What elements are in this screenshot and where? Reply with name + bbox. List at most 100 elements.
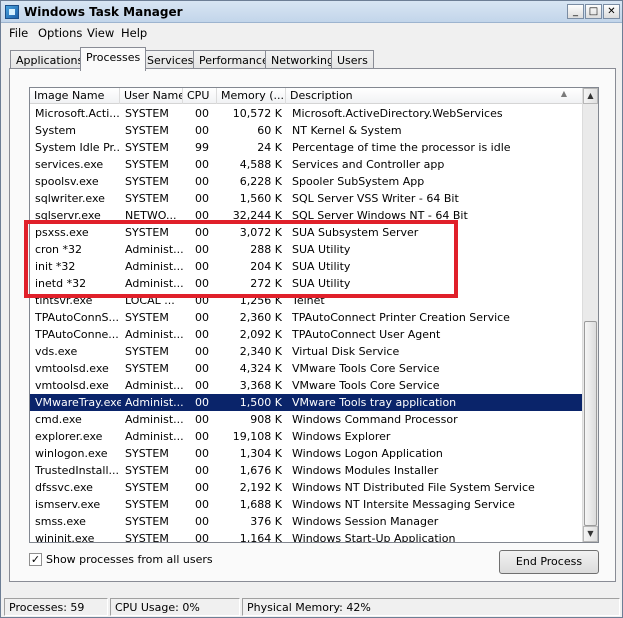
tab-services[interactable]: Services	[141, 50, 200, 70]
table-row[interactable]: spoolsv.exe SYSTEM 00 6,228 K Spooler SubSys…	[30, 173, 583, 190]
process-user-name: SYSTEM	[125, 532, 169, 543]
table-row[interactable]: vmtoolsd.exe Administ... 00 3,368 K VMware T…	[30, 377, 583, 394]
table-row[interactable]: inetd *32 Administ... 00 272 K SUA Utility	[30, 275, 583, 292]
table-row[interactable]: tlntsvr.exe LOCAL ... 00 1,256 K Telnet	[30, 292, 583, 309]
process-image-name: vmtoolsd.exe	[35, 379, 109, 392]
process-description: Windows NT Intersite Messaging Service	[292, 498, 515, 511]
tab-applications[interactable]: Applications	[10, 50, 90, 70]
table-row[interactable]: TPAutoConnS... SYSTEM 00 2,360 K TPAutoConne…	[30, 309, 583, 326]
column-memory[interactable]: Memory (...	[217, 88, 286, 104]
process-user-name: SYSTEM	[125, 498, 169, 511]
table-row[interactable]: dfssvc.exe SYSTEM 00 2,192 K Windows NT Dist…	[30, 479, 583, 496]
process-description: TPAutoConnect User Agent	[292, 328, 441, 341]
task-manager-window: Windows Task Manager _ □ ✕ File Options …	[0, 0, 623, 618]
scroll-up-button[interactable]: ▲	[583, 88, 598, 104]
tab-processes[interactable]: Processes	[80, 47, 147, 71]
minimize-button[interactable]: _	[567, 4, 584, 19]
tab-networking[interactable]: Networking	[265, 50, 340, 70]
restore-button[interactable]: □	[585, 4, 602, 19]
process-cpu: 00	[195, 294, 209, 307]
table-row[interactable]: explorer.exe Administ... 00 19,108 K Windows…	[30, 428, 583, 445]
table-row[interactable]: wininit.exe SYSTEM 00 1,164 K Windows Start-…	[30, 530, 583, 543]
table-row[interactable]: smss.exe SYSTEM 00 376 K Windows Session Man…	[30, 513, 583, 530]
table-row[interactable]: cron *32 Administ... 00 288 K SUA Utility	[30, 241, 583, 258]
table-row[interactable]: Microsoft.Acti... SYSTEM 00 10,572 K Microso…	[30, 105, 583, 122]
tab-users[interactable]: Users	[331, 50, 374, 70]
process-cpu: 99	[195, 141, 209, 154]
status-bar: Processes: 59 CPU Usage: 0% Physical Mem…	[1, 597, 622, 617]
show-all-users-checkbox[interactable]: ✓	[29, 553, 42, 566]
process-memory: 1,304 K	[239, 447, 282, 460]
process-image-name: TPAutoConne...	[35, 328, 119, 341]
process-image-name: sqlservr.exe	[35, 209, 101, 222]
vertical-scrollbar[interactable]: ▲ ▼	[582, 88, 598, 542]
tab-performance[interactable]: Performance	[193, 50, 275, 70]
process-list[interactable]: Image Name User Name CPU Memory (... Des…	[29, 87, 599, 543]
close-button[interactable]: ✕	[603, 4, 620, 19]
table-row[interactable]: services.exe SYSTEM 00 4,588 K Services and …	[30, 156, 583, 173]
process-description: SUA Subsystem Server	[292, 226, 419, 239]
process-description: VMware Tools tray application	[292, 396, 457, 409]
process-image-name: VMwareTray.exe	[35, 396, 121, 409]
process-description: VMware Tools Core Service	[292, 362, 440, 375]
column-description[interactable]: Description ▲	[286, 88, 583, 104]
process-image-name: winlogon.exe	[35, 447, 108, 460]
scroll-down-button[interactable]: ▼	[583, 526, 598, 542]
process-description: VMware Tools Core Service	[292, 379, 440, 392]
table-row[interactable]: sqlservr.exe NETWO... 00 32,244 K SQL Server…	[30, 207, 583, 224]
process-cpu: 00	[195, 532, 209, 543]
table-row[interactable]: TPAutoConne... Administ... 00 2,092 K TPAuto…	[30, 326, 583, 343]
table-row[interactable]: vmtoolsd.exe SYSTEM 00 4,324 K VMware Tools …	[30, 360, 583, 377]
process-user-name: Administ...	[125, 396, 184, 409]
process-image-name: vmtoolsd.exe	[35, 362, 109, 375]
process-user-name: SYSTEM	[125, 107, 169, 120]
process-image-name: explorer.exe	[35, 430, 103, 443]
table-row[interactable]: System SYSTEM 00 60 K NT Kernel & System	[30, 122, 583, 139]
table-row[interactable]: init *32 Administ... 00 204 K SUA Utility	[30, 258, 583, 275]
table-row[interactable]: ismserv.exe SYSTEM 00 1,688 K Windows NT Int…	[30, 496, 583, 513]
table-row[interactable]: winlogon.exe SYSTEM 00 1,304 K Windows Logon…	[30, 445, 583, 462]
process-user-name: Administ...	[125, 260, 184, 273]
menu-file[interactable]: File	[9, 26, 28, 40]
column-cpu[interactable]: CPU	[183, 88, 217, 104]
menu-help[interactable]: Help	[121, 26, 147, 40]
process-cpu: 00	[195, 328, 209, 341]
table-row[interactable]: VMwareTray.exe Administ... 00 1,500 K VMware…	[30, 394, 583, 411]
process-user-name: SYSTEM	[125, 464, 169, 477]
process-image-name: System	[35, 124, 77, 137]
process-user-name: SYSTEM	[125, 481, 169, 494]
menu-view[interactable]: View	[87, 26, 114, 40]
process-user-name: Administ...	[125, 243, 184, 256]
process-description: SQL Server VSS Writer - 64 Bit	[292, 192, 459, 205]
process-description: Spooler SubSystem App	[292, 175, 425, 188]
scrollbar-thumb[interactable]	[584, 321, 597, 526]
process-description: Services and Controller app	[292, 158, 445, 171]
title-bar[interactable]: Windows Task Manager _ □ ✕	[1, 1, 622, 23]
process-user-name: SYSTEM	[125, 362, 169, 375]
process-memory: 204 K	[250, 260, 282, 273]
process-user-name: Administ...	[125, 328, 184, 341]
process-user-name: SYSTEM	[125, 515, 169, 528]
table-row[interactable]: System Idle Pr... SYSTEM 99 24 K Percentage …	[30, 139, 583, 156]
end-process-button[interactable]: End Process	[499, 550, 599, 574]
process-image-name: spoolsv.exe	[35, 175, 99, 188]
column-image-name[interactable]: Image Name	[30, 88, 120, 104]
process-cpu: 00	[195, 379, 209, 392]
process-user-name: Administ...	[125, 430, 184, 443]
process-description: Microsoft.ActiveDirectory.WebServices	[292, 107, 503, 120]
process-image-name: tlntsvr.exe	[35, 294, 93, 307]
table-row[interactable]: vds.exe SYSTEM 00 2,340 K Virtual Disk Servi…	[30, 343, 583, 360]
process-cpu: 00	[195, 260, 209, 273]
table-row[interactable]: psxss.exe SYSTEM 00 3,072 K SUA Subsystem Se…	[30, 224, 583, 241]
process-memory: 24 K	[257, 141, 282, 154]
table-row[interactable]: TrustedInstall... SYSTEM 00 1,676 K Windows …	[30, 462, 583, 479]
process-memory: 2,360 K	[239, 311, 282, 324]
menu-options[interactable]: Options	[38, 26, 82, 40]
column-user-name[interactable]: User Name	[120, 88, 183, 104]
table-row[interactable]: sqlwriter.exe SYSTEM 00 1,560 K SQL Server V…	[30, 190, 583, 207]
process-image-name: smss.exe	[35, 515, 86, 528]
table-row[interactable]: cmd.exe Administ... 00 908 K Windows Command…	[30, 411, 583, 428]
process-description: SUA Utility	[292, 260, 351, 273]
process-memory: 6,228 K	[239, 175, 282, 188]
process-user-name: SYSTEM	[125, 175, 169, 188]
